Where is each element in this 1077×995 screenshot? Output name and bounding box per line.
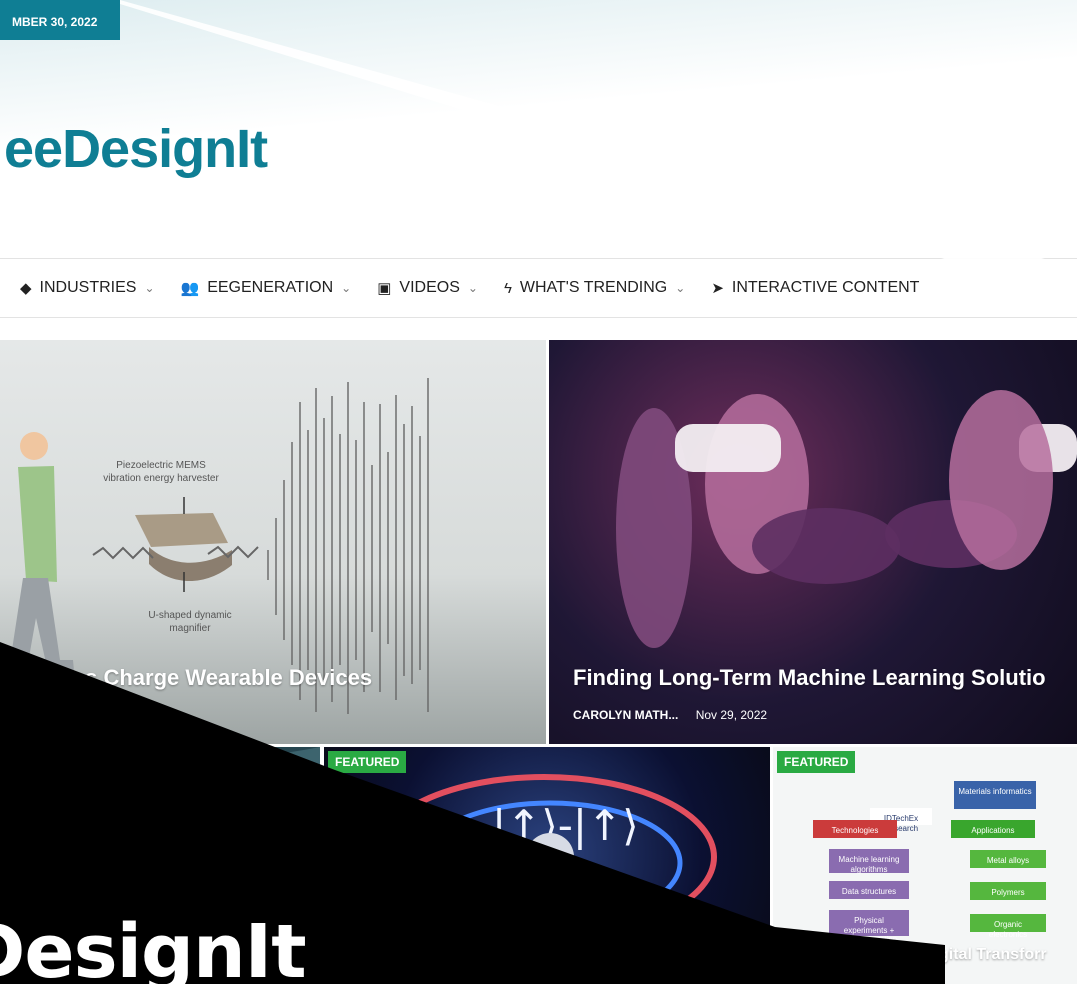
chevron-down-icon: ⌄ [675, 281, 686, 295]
nav-label: VIDEOS [399, 279, 460, 296]
featured-article-card[interactable]: FEATURED Materials informatics IDTechEx … [773, 747, 1077, 984]
chevron-down-icon: ⌄ [144, 281, 155, 295]
users-icon: 👥 [180, 280, 200, 297]
chevron-down-icon: ⌄ [341, 281, 352, 295]
diagram-box: Polymers [970, 882, 1046, 900]
nav-item-eegeneration[interactable]: 👥 EEGENERATION ⌄ [181, 279, 352, 297]
diagram-box: Technologies [813, 820, 897, 838]
featured-article-card[interactable]: Finding Long-Term Machine Learning Solut… [549, 340, 1077, 744]
date-text: MBER 30, 2022 [12, 15, 98, 29]
quantum-image: |↑⟩-|↑⟩ [371, 774, 717, 940]
tag-icon: ◆ [20, 280, 32, 297]
nav-label: INDUSTRIES [39, 279, 137, 296]
diagram-box: Data structures [829, 881, 909, 899]
nav-label: EEGENERATION [207, 279, 334, 296]
article-date: Nov 30, 2022 [38, 708, 110, 722]
diagram-box: Organic electronics [970, 914, 1046, 939]
piezo-label: Piezoelectric MEMS vibration energy harv… [103, 460, 219, 484]
article-meta: Nov 30, 2022 [24, 708, 109, 722]
chevron-down-icon: ⌄ [467, 281, 478, 295]
diagram-box: Applications [951, 820, 1035, 838]
nav-item-interactive-content[interactable]: ➤ INTERACTIVE CONTENT [711, 279, 919, 297]
video-icon: ▣ [377, 280, 392, 297]
featured-badge: FEATURED [777, 751, 856, 773]
nav-item-videos[interactable]: ▣ VIDEOS ⌄ [377, 279, 478, 297]
featured-badge: FEATURED [328, 751, 407, 773]
nav-label: INTERACTIVE CONTENT [731, 279, 920, 296]
main-navigation: ◆ INDUSTRIES ⌄ 👥 EEGENERATION ⌄ ▣ VIDEOS… [0, 258, 1077, 318]
date-bar: MBER 30, 2022 [0, 0, 120, 40]
nav-item-whats-trending[interactable]: ϟ WHAT'S TRENDING ⌄ [504, 279, 685, 297]
article-author: CAROLYN MATH... [573, 708, 679, 722]
pointer-icon: ➤ [711, 280, 724, 297]
nav-item-industries[interactable]: ◆ INDUSTRIES ⌄ [20, 279, 155, 297]
diagram-box: Physical experiments + characterisation [829, 910, 909, 944]
magnifier-label: U-shaped dynamic magnifier [148, 610, 232, 634]
article-title[interactable]: Finding Long-Term Machine Learning Solut… [573, 665, 1046, 691]
bolt-icon: ϟ [503, 279, 512, 297]
article-title[interactable]: Digital Transforr [923, 946, 1047, 964]
bottom-logo: DesignIt [0, 909, 307, 995]
diagram-box: Materials informatics [954, 781, 1036, 809]
diagram-box: Machine learning algorithms [829, 849, 909, 874]
featured-article-card[interactable]: |↑⟩-|↑⟩ FEATURED [324, 747, 770, 984]
diagram-box: Metal alloys [970, 850, 1046, 868]
article-title[interactable]: rations Charge Wearable Devices [24, 665, 372, 691]
article-meta: CAROLYN MATH... Nov 29, 2022 [573, 708, 767, 722]
nav-label: WHAT'S TRENDING [519, 279, 668, 296]
featured-article-card[interactable]: Piezoelectric MEMS vibration energy harv… [0, 340, 546, 744]
site-logo[interactable]: eeDesignIt [4, 118, 268, 180]
article-date: Nov 29, 2022 [695, 708, 768, 722]
